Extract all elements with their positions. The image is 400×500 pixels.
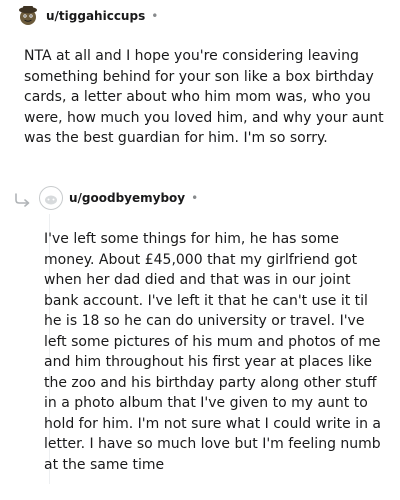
reply-arrow-icon <box>14 192 32 211</box>
default-avatar-icon[interactable] <box>39 186 63 210</box>
separator-dot: • <box>151 9 159 23</box>
comment-header: u/tiggahiccups • <box>16 4 158 28</box>
snoo-avatar-icon[interactable] <box>16 4 40 28</box>
separator-dot: • <box>191 191 199 205</box>
comment-header: u/goodbyemyboy • <box>39 186 198 210</box>
comment-username[interactable]: u/goodbyemyboy <box>69 191 185 205</box>
comment-body: I've left some things for him, he has so… <box>44 231 382 473</box>
comment-username[interactable]: u/tiggahiccups <box>46 9 145 23</box>
comment-body: NTA at all and I hope you're considering… <box>24 48 384 146</box>
